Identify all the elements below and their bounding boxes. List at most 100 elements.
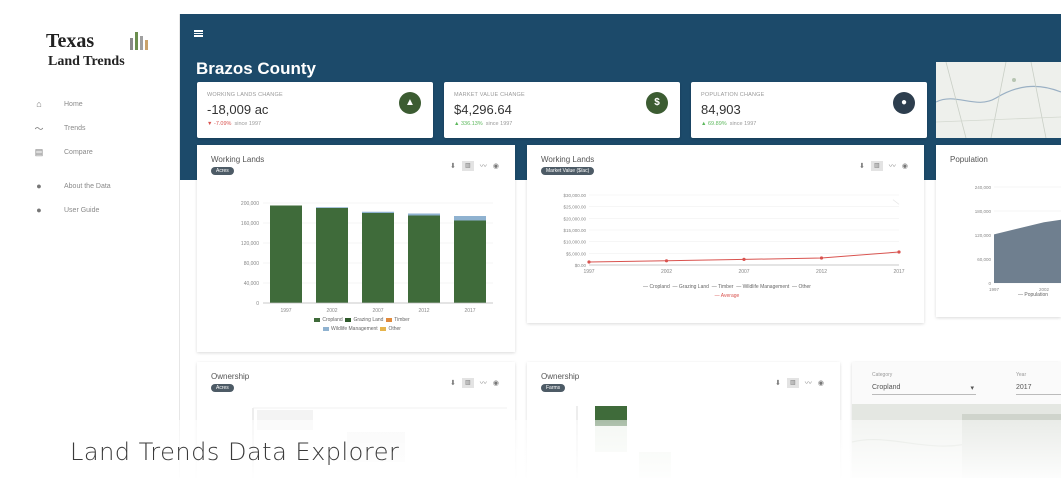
home-icon: ⌂ xyxy=(36,99,42,109)
line-chart-icon[interactable]: 〰 xyxy=(480,161,487,171)
x-tick-label: 1997 xyxy=(583,269,594,275)
panel-title: Ownership xyxy=(211,372,250,381)
eye-icon[interactable]: ◉ xyxy=(902,162,908,170)
legend-item: Wildlife Management xyxy=(323,326,378,332)
tractor-icon: ▲ xyxy=(399,92,421,114)
unit-chip[interactable]: Farms xyxy=(541,384,566,392)
county-map-thumbnail[interactable] xyxy=(936,62,1061,138)
caption: Land Trends Data Explorer xyxy=(70,438,400,466)
dollar-icon: $ xyxy=(646,92,668,114)
download-icon[interactable]: ⬇ xyxy=(775,379,781,387)
sidebar-item-label: About the Data xyxy=(64,182,111,190)
bar-chart-icon[interactable]: ▥ xyxy=(461,161,474,171)
bar-chart-icon[interactable]: ▥ xyxy=(461,378,474,388)
sidebar-item-about[interactable]: ● About the Data xyxy=(30,174,180,198)
x-tick-label: 1997 xyxy=(280,308,291,314)
population-area-chart: 060,000120,000180,000240,000199720022007… xyxy=(975,185,1061,292)
people-icon: ● xyxy=(893,92,915,114)
x-tick-label: 2007 xyxy=(738,269,749,275)
y-tick-label: 120,000 xyxy=(241,241,259,247)
y-tick-label: 80,000 xyxy=(244,261,260,267)
data-point xyxy=(587,260,591,264)
stat-value: 84,903 xyxy=(701,102,741,117)
sidebar-item-label: Compare xyxy=(64,148,93,156)
data-point xyxy=(664,259,669,263)
legend-item: — Timber xyxy=(711,284,734,290)
year-label: Year xyxy=(1016,372,1027,378)
stat-change: ▲ 336.13% since 1997 xyxy=(454,121,513,127)
data-point xyxy=(897,250,901,254)
unit-chip[interactable]: Acres xyxy=(211,384,234,392)
line-chart-icon[interactable]: 〰 xyxy=(480,378,487,388)
stat-card-market-value: MARKET VALUE CHANGE $4,296.64 ▲ 336.13% … xyxy=(444,82,680,138)
chart-toolbar: ⬇ ▥ 〰 ◉ xyxy=(775,378,824,388)
stat-card-population: POPULATION CHANGE 84,903 ▲ 69.89% since … xyxy=(691,82,927,138)
y-tick-label: $0.00 xyxy=(575,263,587,268)
panel-title: Working Lands xyxy=(541,155,595,164)
y-tick-label: $15,000.00 xyxy=(563,228,586,233)
sidebar-item-home[interactable]: ⌂ Home xyxy=(30,92,180,116)
download-icon[interactable]: ⬇ xyxy=(859,162,865,170)
brand-subtitle: Land Trends xyxy=(48,54,125,69)
y-tick-label: $5,000.00 xyxy=(566,251,587,256)
stat-value: $4,296.64 xyxy=(454,102,512,117)
bar-segment xyxy=(408,215,440,303)
texas-bars-icon xyxy=(130,32,148,50)
y-tick-label: 180,000 xyxy=(975,209,992,214)
stat-card-working-lands: WORKING LANDS CHANGE -18,009 ac ▼ -7.09%… xyxy=(197,82,433,138)
unit-chip[interactable]: Acres xyxy=(211,167,234,175)
bar-chart-icon[interactable]: ▥ xyxy=(870,161,883,171)
unit-chip[interactable]: Market Value ($/ac) xyxy=(541,167,595,175)
chevron-down-icon: ▾ xyxy=(970,385,974,392)
area-chart-legend: — Population xyxy=(1018,291,1061,300)
sidebar-item-compare[interactable]: ▤ Compare xyxy=(30,140,180,164)
bar-chart-icon[interactable]: ▥ xyxy=(786,378,799,388)
data-point xyxy=(742,257,746,261)
y-tick-label: $30,000.00 xyxy=(563,193,586,198)
bar-chart-legend: Cropland Grazing Land Timber Wildlife Ma… xyxy=(267,316,457,334)
panel-working-lands-market-value: Working Lands Market Value ($/ac) ⬇ ▥ 〰 … xyxy=(527,145,924,323)
sidebar-item-label: Trends xyxy=(64,124,86,132)
year-select[interactable]: 2017 xyxy=(1016,384,1061,395)
line-chart-icon[interactable]: 〰 xyxy=(889,161,896,171)
chart-toolbar: ⬇ ▥ 〰 ◉ xyxy=(450,161,499,171)
eye-icon[interactable]: ◉ xyxy=(818,379,824,387)
compare-icon: ▤ xyxy=(34,146,44,157)
stat-label: WORKING LANDS CHANGE xyxy=(207,92,283,98)
y-tick-label: 160,000 xyxy=(241,221,259,227)
y-tick-label: 120,000 xyxy=(975,233,992,238)
legend-item: — Average xyxy=(714,293,740,299)
x-tick-label: 2007 xyxy=(372,308,383,314)
y-tick-label: $25,000.00 xyxy=(563,205,586,210)
legend-item: — Population xyxy=(1018,292,1049,298)
panel-title: Ownership xyxy=(541,372,580,381)
brand-title: Texas xyxy=(46,30,95,52)
page-title: Brazos County xyxy=(196,59,316,78)
area-fill xyxy=(994,219,1061,283)
category-select[interactable]: Cropland ▾ xyxy=(872,384,976,395)
legend-item: Other xyxy=(380,326,401,332)
bar-segment xyxy=(408,213,440,216)
sidebar-item-user-guide[interactable]: ● User Guide xyxy=(30,198,180,222)
line-chart-icon[interactable]: 〰 xyxy=(805,378,812,388)
hamburger-menu-icon[interactable] xyxy=(194,30,203,37)
sidebar: Texas Land Trends ⌂ Home 〜 Trends ▤ Comp… xyxy=(18,14,180,478)
brand-logo[interactable]: Texas Land Trends xyxy=(46,30,176,76)
panel-population: Population 0 60,000 120,000 180,000 240,000 1… xyxy=(936,145,1061,317)
bar-segment xyxy=(454,216,486,221)
x-tick-label: 2017 xyxy=(893,269,904,275)
sidebar-nav: ⌂ Home 〜 Trends ▤ Compare ● About the Da… xyxy=(30,92,180,222)
legend-item: — Cropland xyxy=(643,284,670,290)
download-icon[interactable]: ⬇ xyxy=(450,379,456,387)
info-icon: ● xyxy=(36,181,42,191)
y-tick-label: 60,000 xyxy=(977,257,991,262)
data-point xyxy=(819,256,824,260)
x-tick-label: 2012 xyxy=(816,269,827,275)
eye-icon[interactable]: ◉ xyxy=(493,162,499,170)
download-icon[interactable]: ⬇ xyxy=(450,162,456,170)
stat-label: POPULATION CHANGE xyxy=(701,92,765,98)
x-tick-label: 2002 xyxy=(661,269,672,275)
sidebar-item-trends[interactable]: 〜 Trends xyxy=(30,116,180,140)
bar-segment xyxy=(316,207,348,208)
eye-icon[interactable]: ◉ xyxy=(493,379,499,387)
